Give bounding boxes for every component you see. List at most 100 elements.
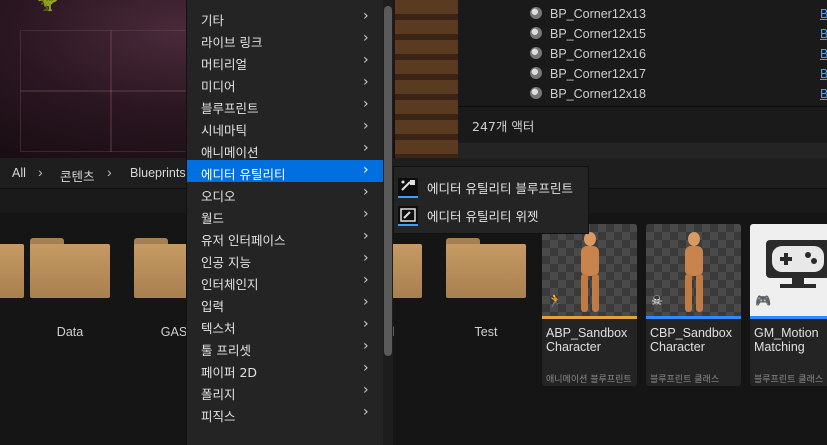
menu-item[interactable]: 피직스 ›: [187, 402, 384, 424]
chevron-right-icon: ›: [363, 404, 369, 420]
skull-icon: ☠: [651, 294, 663, 309]
outliner-row[interactable]: BP_Corner12x18 B: [458, 84, 827, 104]
menu-item[interactable]: 인공 지능 ›: [187, 248, 384, 270]
folder-icon[interactable]: [30, 238, 110, 298]
menu-item[interactable]: 블루프린트 ›: [187, 94, 384, 116]
menu-item-label: 오디오: [201, 189, 236, 204]
menu-item[interactable]: 애니메이션 ›: [187, 138, 384, 160]
chevron-right-icon: ›: [363, 118, 369, 134]
breadcrumb-content[interactable]: 콘텐츠: [60, 166, 95, 185]
outliner-row[interactable]: BP_Corner12x15 B: [458, 24, 827, 44]
outliner-row-label: BP_Corner12x17: [550, 67, 646, 81]
running-man-icon: 🏃: [547, 294, 564, 309]
menu-item[interactable]: 월드 ›: [187, 204, 384, 226]
menu-item[interactable]: 폴리지 ›: [187, 380, 384, 402]
actor-sphere-icon: [530, 47, 542, 59]
breadcrumb-blueprints[interactable]: Blueprints: [130, 166, 186, 180]
asset-card-gm-motion-matching[interactable]: 🎮 GM_Motion Matching 블루프린트 클래스: [750, 224, 827, 386]
chevron-right-icon: ›: [363, 8, 369, 24]
outliner-row-type-link[interactable]: B: [820, 7, 827, 21]
asset-card-abp-sandbox-character[interactable]: 🏃 ABP_Sandbox Character 애니메이션 블루프린트: [542, 224, 637, 386]
gamepad-icon: 🎮: [755, 294, 772, 309]
actor-sphere-icon: [530, 27, 542, 39]
menu-item[interactable]: 머티리얼 ›: [187, 50, 384, 72]
editor-utility-widget-icon: [398, 206, 418, 226]
menu-item-label: 애니메이션: [201, 145, 259, 160]
outliner-row-type-link[interactable]: B: [820, 47, 827, 61]
menu-item[interactable]: 페이퍼 2D ›: [187, 358, 384, 380]
outliner-row[interactable]: BP_Corner12x13 B: [458, 4, 827, 24]
outliner-row-type-link[interactable]: B: [820, 27, 827, 41]
chevron-right-icon: ›: [363, 52, 369, 68]
asset-type: 애니메이션 블루프린트: [546, 375, 632, 385]
chevron-right-icon: ›: [107, 164, 112, 180]
outliner-row-label: BP_Corner12x15: [550, 27, 646, 41]
outliner-row[interactable]: BP_Corner12x16 B: [458, 44, 827, 64]
chevron-right-icon: ›: [363, 294, 369, 310]
menu-item-label: 시네마틱: [201, 123, 248, 138]
chevron-right-icon: ›: [363, 162, 369, 178]
menu-item-label: 툴 프리셋: [201, 343, 251, 358]
asset-type: 블루프린트 클래스: [754, 375, 824, 385]
menu-item[interactable]: 입력 ›: [187, 292, 384, 314]
dinosaur-gizmo-icon: 🦖: [36, 0, 59, 13]
actor-sphere-icon: [530, 7, 542, 19]
menu-item[interactable]: 인터체인지 ›: [187, 270, 384, 292]
menu-item[interactable]: 에디터 유틸리티 ›: [187, 160, 384, 182]
menu-item[interactable]: 오디오 ›: [187, 182, 384, 204]
chevron-right-icon: ›: [363, 184, 369, 200]
menu-item[interactable]: 유저 인터페이스 ›: [187, 226, 384, 248]
menu-item-label: 페이퍼 2D: [201, 365, 258, 380]
actor-sphere-icon: [530, 87, 542, 99]
editor-utility-submenu: 에디터 유틸리티 블루프린트 에디터 유틸리티 위젯: [393, 166, 589, 234]
actor-sphere-icon: [530, 67, 542, 79]
menu-item-label: 블루프린트: [201, 101, 259, 116]
outliner-row-label: BP_Corner12x16: [550, 47, 646, 61]
asset-card-cbp-sandbox-character[interactable]: ☠ CBP_Sandbox Character 블루프린트 클래스: [646, 224, 741, 386]
asset-type-strip: [542, 316, 637, 319]
menu-item-label: 인터체인지: [201, 277, 259, 292]
outliner-row-type-link[interactable]: B: [820, 67, 827, 81]
menu-item-label: 에디터 유틸리티 블루프린트: [427, 181, 573, 196]
menu-item[interactable]: 라이브 링크 ›: [187, 28, 384, 50]
outliner-row-type-link[interactable]: B: [820, 87, 827, 101]
asset-category-menu: 기타 › 라이브 링크 › 머티리얼 › 미디어 › 블루프린트 › 시네마틱 › 애니메이션 › 에디터 …: [186, 0, 385, 445]
breadcrumb-all[interactable]: All: [12, 166, 26, 180]
menu-item-label: 머티리얼: [201, 57, 248, 72]
menu-item-editor-utility-widget[interactable]: 에디터 유틸리티 위젯: [394, 201, 588, 227]
chevron-right-icon: ›: [363, 360, 369, 376]
gamepad-icon: [766, 240, 827, 288]
folder-icon[interactable]: [446, 238, 526, 298]
menu-item-label: 피직스: [201, 409, 236, 424]
menu-item-editor-utility-blueprint[interactable]: 에디터 유틸리티 블루프린트: [394, 173, 588, 199]
mannequin-icon: [682, 232, 706, 312]
menu-item[interactable]: 기타 ›: [187, 6, 384, 28]
menu-item-label: 텍스처: [201, 321, 236, 336]
actor-count: 247개 액터: [472, 119, 535, 134]
menu-item[interactable]: 미디어 ›: [187, 72, 384, 94]
menu-item-label: 라이브 링크: [201, 35, 263, 50]
asset-type: 블루프린트 클래스: [650, 375, 720, 385]
menu-item-label: 월드: [201, 211, 225, 226]
folder-icon[interactable]: [0, 238, 24, 298]
outliner-footer: [458, 143, 827, 158]
menu-scrollbar-thumb[interactable]: [384, 6, 392, 356]
menu-item[interactable]: 시네마틱 ›: [187, 116, 384, 138]
chevron-right-icon: ›: [363, 338, 369, 354]
asset-name: ABP_Sandbox Character: [546, 326, 628, 354]
outliner-row-label: BP_Corner12x13: [550, 7, 646, 21]
world-outliner: BP_Corner12x13 B BP_Corner12x15 B BP_Corner1…: [458, 0, 827, 158]
chevron-right-icon: ›: [363, 30, 369, 46]
chevron-right-icon: ›: [38, 164, 43, 180]
chevron-right-icon: ›: [363, 272, 369, 288]
chevron-right-icon: ›: [363, 316, 369, 332]
menu-item[interactable]: 툴 프리셋 ›: [187, 336, 384, 358]
chevron-right-icon: ›: [363, 228, 369, 244]
menu-item-label: 에디터 유틸리티 위젯: [427, 209, 539, 224]
menu-item-label: 유저 인터페이스: [201, 233, 286, 248]
menu-item[interactable]: 텍스처 ›: [187, 314, 384, 336]
outliner-row[interactable]: BP_Corner12x17 B: [458, 64, 827, 84]
chevron-right-icon: ›: [363, 206, 369, 222]
menu-item-label: 에디터 유틸리티: [201, 167, 286, 182]
chevron-right-icon: ›: [363, 382, 369, 398]
